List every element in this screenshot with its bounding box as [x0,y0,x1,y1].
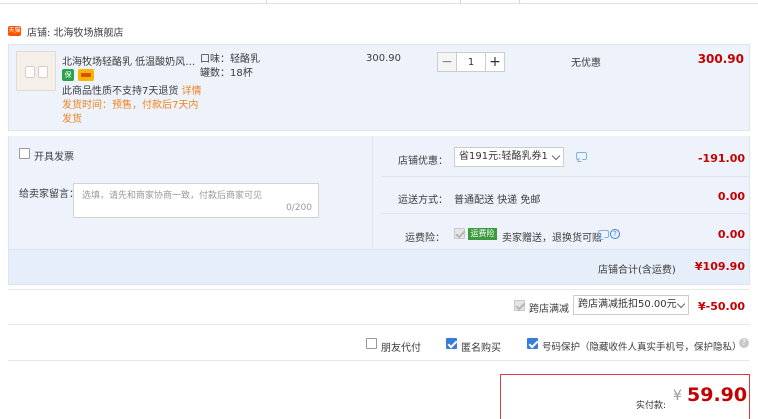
unit-price: 300.90 [366,53,401,64]
pay-currency: ¥ [673,388,682,404]
ship-time-text: 发货时间：预售，付款后7天内发货 [62,100,199,125]
memo-placeholder: 选填，请先和商家协商一致，付款后商家可见 [82,191,263,201]
product-title-link[interactable]: 北海牧场轻酪乳 低温酸奶风味… [62,53,197,68]
anonymous-checkbox[interactable] [446,338,457,349]
chevron-down-icon [551,151,561,161]
column-divider [266,0,267,4]
help-icon[interactable]: ? [610,229,620,239]
order-item: 北海牧场轻酪乳 低温酸奶风味… 保 此商品性质不支持7天退货 详情 发货时间：预… [8,44,750,131]
message-icon[interactable] [576,152,587,160]
insurance-value: 0.00 [717,228,745,241]
qty-input[interactable]: 1 [457,52,485,72]
subtotal-label: 店铺合计(含运费) [598,265,676,276]
invoice-checkbox[interactable] [19,148,30,159]
shipping-label: 运送方式： [398,195,448,206]
divider [8,289,750,290]
invoice-label: 开具发票 [34,152,74,163]
subtotal-value: ¥109.90 [694,260,745,273]
memo-label: 给卖家留言： [19,189,79,200]
item-total: 300.90 [697,52,744,66]
friend-pay-checkbox[interactable] [366,338,377,349]
item-discount: 无优惠 [571,58,601,69]
divider [8,324,750,325]
cross-store-select-value: 跨店满减抵扣50.00元 [578,299,677,310]
number-protect-label: 号码保护（隐藏收件人真实手机号，保护隐私） [542,342,742,353]
shop-header: 天猫 店铺: 北海牧场旗舰店 [8,22,124,40]
anonymous-label: 匿名购买 [461,343,501,354]
options-row-divider [381,176,750,177]
help-icon[interactable]: ? [739,338,749,348]
spec-count: 罐数：18杯 [200,68,253,79]
shop-discount-value: -191.00 [697,152,745,165]
product-spec: 口味：轻酪乳 罐数：18杯 [200,53,260,81]
message-icon[interactable] [598,230,609,238]
options-row-divider [381,213,750,214]
insurance-text: 卖家赠送，退换货可赔 [502,233,602,244]
shop-discount-label: 店铺优惠： [398,156,448,167]
quantity-stepper: − 1 + [437,52,505,72]
cross-store-value: ¥-50.00 [697,300,745,313]
card-pay-icon [78,69,94,81]
no-return-text: 此商品性质不支持7天退货 [62,86,179,97]
shop-name-link[interactable]: 店铺: 北海牧场旗舰店 [27,24,124,39]
insurance-label: 运费险： [405,233,445,244]
cross-store-label: 跨店满减 [529,304,569,315]
qty-minus-button[interactable]: − [437,52,457,72]
shop-discount-select[interactable]: 省191元:轻酪乳券1 [454,147,564,167]
options-divider [372,136,373,249]
qty-plus-button[interactable]: + [485,52,505,72]
column-divider [460,0,461,4]
item-notice: 此商品性质不支持7天退货 详情 发货时间：预售，付款后7天内发货 [62,85,202,127]
tmall-icon: 天猫 [8,26,21,36]
pay-amount: 59.90 [687,384,748,406]
product-cup-shape [38,66,48,78]
product-cup-shape [25,66,35,78]
insurance-tag: 运费险 [468,228,497,240]
shop-discount-select-value: 省191元:轻酪乳券1 [459,151,548,162]
chevron-down-icon [676,299,686,309]
top-border [0,0,758,4]
number-protect-checkbox[interactable] [527,338,538,349]
divider [8,360,750,361]
memo-textarea[interactable]: 选填，请先和商家协商一致，付款后商家可见 0/200 [73,183,319,218]
shipping-method: 普通配送 快递 免邮 [454,195,541,206]
friend-pay-label: 朋友代付 [381,343,421,354]
cross-store-checkbox [514,300,525,311]
memo-char-count: 0/200 [286,203,312,213]
guarantee-icon: 保 [62,69,74,81]
column-divider [519,0,520,4]
spec-flavor: 口味：轻酪乳 [200,54,260,65]
product-thumbnail[interactable] [16,51,56,91]
cross-store-select[interactable]: 跨店满减抵扣50.00元 [573,295,689,315]
shipping-value: 0.00 [717,190,745,203]
insurance-checkbox [454,228,465,239]
detail-link[interactable]: 详情 [182,86,202,97]
pay-label: 实付款: [636,401,667,411]
